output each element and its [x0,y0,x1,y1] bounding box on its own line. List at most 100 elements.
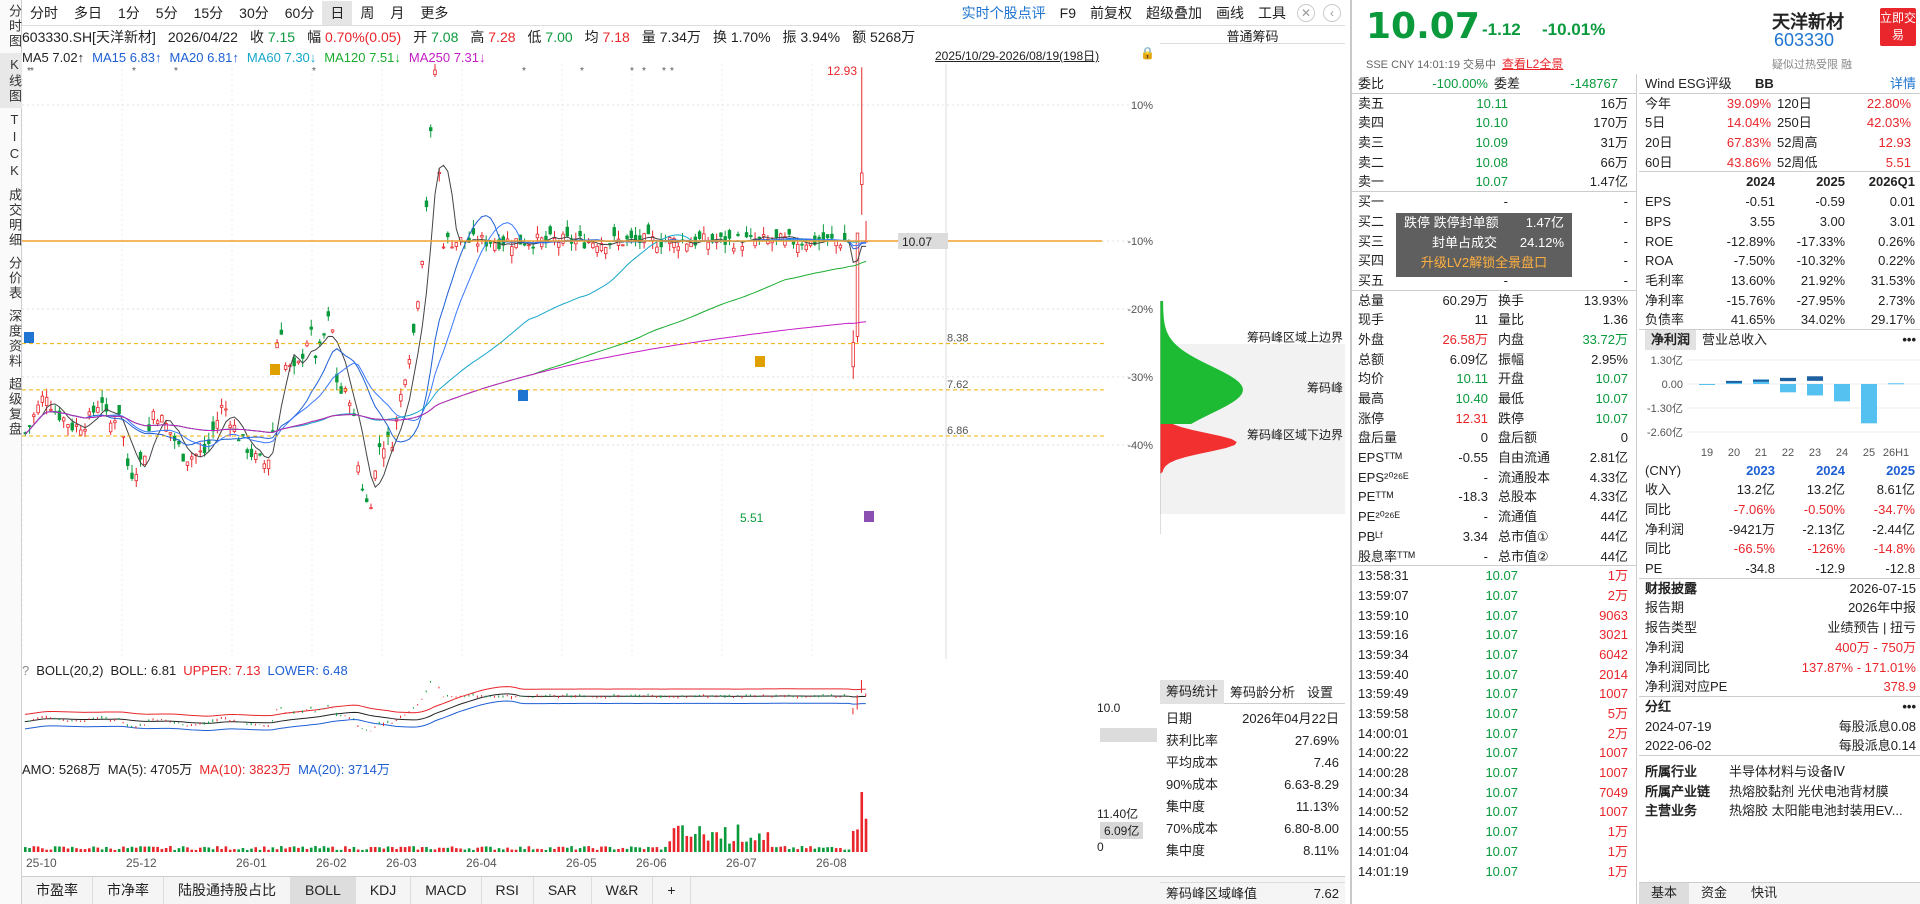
tick-volume: 1007 [1599,745,1628,761]
sell-level-4-cell: 10.07 [1475,174,1508,190]
stock-code-link[interactable]: 603330 [1774,30,1834,51]
mini-tab-1[interactable]: 营业总收入 [1696,330,1773,350]
toolbar-action-3[interactable]: 超级叠加 [1139,3,1209,23]
indicator-tab-1[interactable]: 市净率 [93,877,164,904]
stat-label: EPSᵀᵀᴹ [1358,450,1402,466]
date-tick-9: 26-08 [816,856,847,870]
toolbar-action-4[interactable]: 画线 [1209,3,1251,23]
amo-bar [732,841,736,852]
indicator-tab-7[interactable]: SAR [534,877,592,904]
period-tab-9[interactable]: 月 [382,1,412,25]
amo-bar [437,847,441,852]
indicator-tab-3[interactable]: BOLL [291,877,356,904]
l2-link[interactable]: 查看L2全景 [1502,55,1563,72]
event-marker-1[interactable] [270,364,280,375]
tick-volume: 5万 [1607,706,1628,721]
amo-bar [152,846,155,852]
period-tab-7[interactable]: 日 [322,0,353,25]
event-marker-4[interactable] [864,511,874,522]
indicator-tab-6[interactable]: RSI [482,877,534,904]
indicator-tab-5[interactable]: MACD [411,877,482,904]
toolbar-action-2[interactable]: 前复权 [1083,3,1139,23]
market-status: SSE CNY 14:01:19 交易中 [1366,59,1497,71]
last-price: 10.07 [1366,6,1480,47]
period-tab-10[interactable]: 更多 [412,1,456,25]
more-icon[interactable]: ••• [1902,330,1916,350]
mini-bar [1807,383,1823,396]
chip-stats-tab-0[interactable]: 筹码统计 [1160,679,1225,704]
indicator-tab-8[interactable]: W&R [592,877,654,904]
amo-bar [608,846,612,852]
indicator-tab-0[interactable]: 市盈率 [22,877,93,904]
candle-body [761,234,766,237]
toolbar-action-0[interactable]: 实时个股点评 [955,3,1053,23]
stat-label: 股息率ᵀᵀᴹ [1358,548,1415,564]
lock-icon[interactable]: 🔒 [1140,46,1155,60]
toolbar-action-5[interactable]: 工具 [1251,3,1293,23]
period-tab-0[interactable]: 分时 [22,1,66,25]
chip-stats-tab-1[interactable]: 筹码龄分析 [1224,682,1301,701]
event-marker-2[interactable] [518,390,528,401]
amo-bar [548,847,552,852]
period-tab-1[interactable]: 多日 [66,1,110,25]
boll-help-icon[interactable]: ? [22,663,29,678]
stat-row: 最高 10.40 最低 10.07 [1352,389,1636,409]
rp-tab-1[interactable]: 资金 [1689,883,1739,904]
low-label: 5.51 [740,511,764,525]
period-tab-2[interactable]: 1分 [110,1,148,25]
view-tab-0[interactable]: 分时图 [0,0,22,53]
candle-body [732,247,736,252]
period-tab-8[interactable]: 周 [352,1,382,25]
report-title-row: 财报披露 2026-07-15 [1639,579,1920,599]
annual-head-cell: (CNY) [1645,462,1682,478]
amo-tick-current: 6.09亿 [1100,822,1144,839]
candle-body [356,465,360,473]
date-range[interactable]: 2025/10/29-2026/08/19(198日) [935,47,1099,64]
candle-body [629,230,634,239]
indicator-tab-9[interactable]: + [653,877,691,904]
amo-bar [578,848,582,852]
stat-row: 均价 10.11 开盘 10.07 [1352,369,1636,389]
rp-tab-0[interactable]: 基本 [1639,883,1690,904]
trade-button[interactable]: 立即交易 [1880,8,1916,46]
candle-body [527,244,531,247]
view-tab-6[interactable]: 超级复盘 [0,373,22,441]
toolbar-action-1[interactable]: F9 [1053,5,1083,21]
period-tab-3[interactable]: 5分 [148,1,186,25]
event-marker-3[interactable] [755,356,765,367]
view-tab-2[interactable]: TICK [0,108,22,184]
period-tab-6[interactable]: 60分 [277,1,323,25]
close-icon[interactable]: ✕ [1297,3,1315,22]
more-icon[interactable]: ••• [1902,697,1916,717]
amo-bar [237,849,240,852]
lv2-upgrade-link[interactable]: 升级LV2解锁全景盘口 [1396,253,1572,273]
candle-body [155,420,160,424]
view-tab-4[interactable]: 分价表 [0,252,22,305]
view-tab-3[interactable]: 成交明细 [0,184,22,252]
fin-row: ROE -12.89% -17.33% 0.26% [1639,232,1920,252]
mini-tab-0[interactable]: 净利润 [1645,329,1697,350]
kline-chart[interactable]: 30%20%10%-10%-20%-30%-40%8.387.626.8610.… [22,64,1157,659]
amo-bar [753,840,757,852]
annual-row: 同比 -66.5% -126% -14.8% [1639,539,1920,559]
stat-label: EPS²⁰²⁶ᴱ [1358,469,1409,485]
amo-bar [770,846,774,852]
period-tab-4[interactable]: 15分 [186,1,232,25]
rp-tab-2[interactable]: 快讯 [1739,883,1789,904]
view-tab-5[interactable]: 深度资料 [0,305,22,373]
chip-stats-tab-2[interactable]: 设置 [1301,682,1339,701]
indicator-tab-4[interactable]: KDJ [356,877,412,904]
indicator-tab-2[interactable]: 陆股通持股占比 [164,877,291,904]
esg-detail-link[interactable]: 详情 [1890,74,1916,93]
amo-bar [839,847,842,852]
fin-row-cell: 41.65% [1730,312,1775,328]
chip-stat-label: 90%成本 [1166,777,1219,792]
period-tab-5[interactable]: 30分 [231,1,277,25]
stat-value: 0 [1480,430,1488,446]
event-marker-0[interactable] [24,332,34,343]
view-tab-1[interactable]: K线图 [0,53,22,108]
chevron-left-icon[interactable]: ‹ [1323,3,1341,22]
candle-body [377,443,382,448]
tick-price: 10.07 [1485,568,1518,584]
report-row: 净利润同比 137.87% - 171.01% [1639,658,1920,678]
